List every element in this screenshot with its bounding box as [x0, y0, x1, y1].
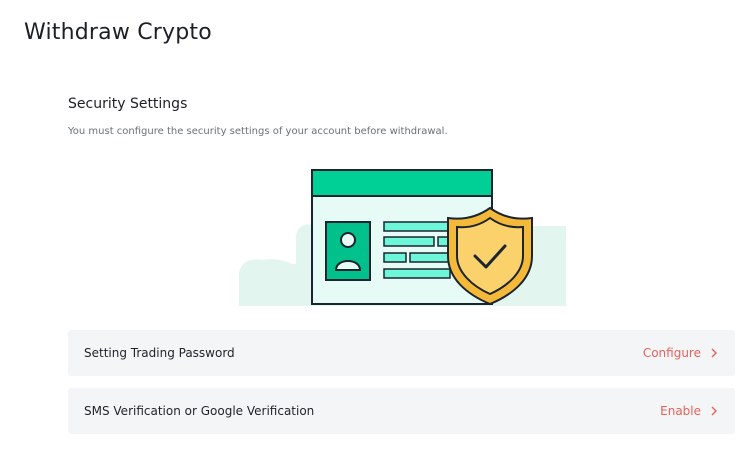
configure-button[interactable]: Configure: [643, 346, 719, 360]
user-head-icon: [340, 232, 356, 248]
chevron-right-icon: [711, 406, 717, 416]
security-illustration: [239, 169, 566, 306]
window-titlebar: [311, 169, 493, 197]
page-title: Withdraw Crypto: [24, 20, 212, 45]
trading-password-row[interactable]: Setting Trading Password Configure: [68, 330, 735, 376]
trading-password-label: Setting Trading Password: [84, 346, 235, 360]
enable-button[interactable]: Enable: [660, 404, 719, 418]
security-settings-description: You must configure the security settings…: [68, 126, 448, 137]
user-body-icon: [334, 260, 362, 271]
verification-label: SMS Verification or Google Verification: [84, 404, 315, 418]
security-settings-title: Security Settings: [68, 96, 188, 112]
configure-link[interactable]: Configure: [643, 346, 701, 360]
chevron-right-icon: [711, 348, 717, 358]
withdraw-crypto-page: Withdraw Crypto Security Settings You mu…: [0, 0, 751, 453]
id-photo: [325, 221, 371, 281]
sms-google-verification-row[interactable]: SMS Verification or Google Verification …: [68, 388, 735, 434]
enable-link[interactable]: Enable: [660, 404, 701, 418]
